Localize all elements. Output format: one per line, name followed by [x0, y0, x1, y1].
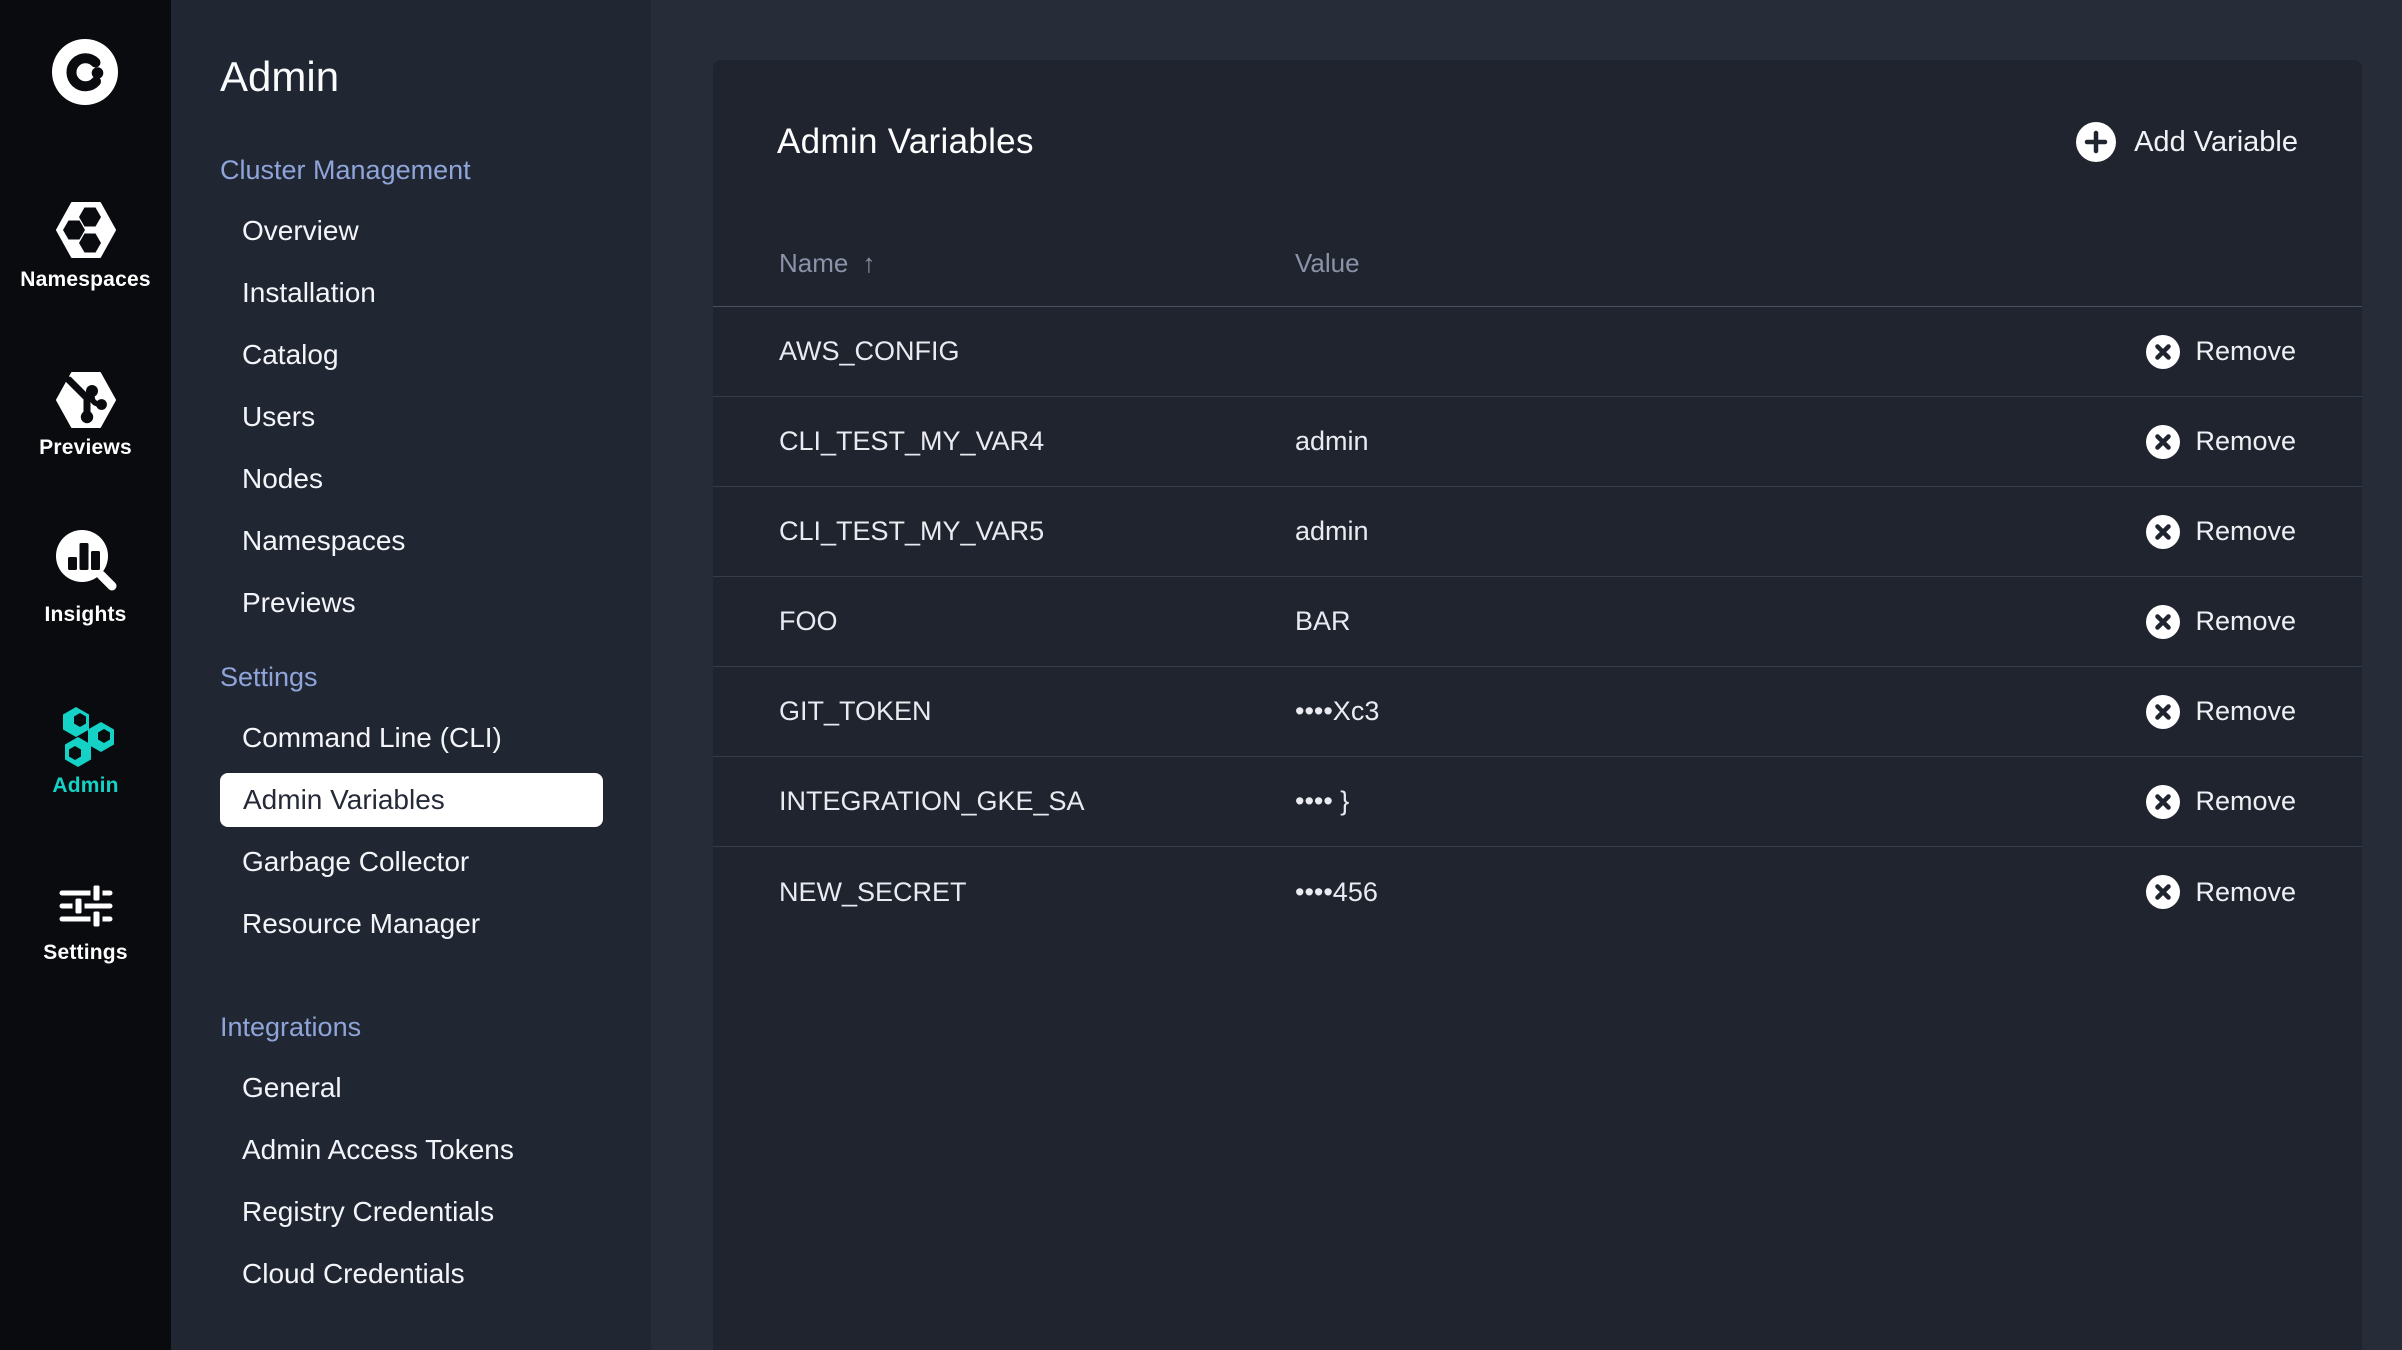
x-circle-icon — [2146, 424, 2181, 459]
table-row: INTEGRATION_GKE_SA •••• } Remove — [713, 757, 2362, 847]
sidebar-item-cloud-credentials[interactable]: Cloud Credentials — [171, 1243, 651, 1305]
admin-variables-page: { "colors": { "accent_teal": "#14d2c5", … — [0, 0, 2402, 1350]
sidebar-item-overview[interactable]: Overview — [171, 200, 651, 262]
insights-icon — [53, 529, 119, 591]
rail-item-settings[interactable]: Settings — [0, 883, 171, 965]
icon-rail: Namespaces Previews Insights Admin Setti… — [0, 0, 171, 1350]
variable-name: AWS_CONFIG — [779, 336, 960, 366]
add-variable-button[interactable]: Add Variable — [2076, 122, 2298, 162]
sidebar-item-garbage-collector[interactable]: Garbage Collector — [171, 831, 651, 893]
variable-value: •••• } — [1295, 786, 1350, 816]
table-row: AWS_CONFIG Remove — [713, 307, 2362, 397]
sidebar-item-users[interactable]: Users — [171, 386, 651, 448]
sidebar-item-registry-credentials[interactable]: Registry Credentials — [171, 1181, 651, 1243]
variable-name: CLI_TEST_MY_VAR4 — [779, 426, 1045, 456]
sidebar-item-installation[interactable]: Installation — [171, 262, 651, 324]
variable-name: INTEGRATION_GKE_SA — [779, 786, 1085, 816]
rail-item-label: Namespaces — [20, 268, 151, 291]
remove-button[interactable]: Remove — [2146, 424, 2296, 459]
rail-item-label: Settings — [43, 941, 128, 964]
sidebar-item-namespaces[interactable]: Namespaces — [171, 510, 651, 572]
okteto-logo-icon[interactable] — [52, 39, 118, 105]
integrations-list: General Admin Access Tokens Registry Cre… — [171, 1057, 651, 1305]
sidebar-item-admin-variables[interactable]: Admin Variables — [220, 773, 603, 827]
variables-table: AWS_CONFIG Remove CLI_TEST_MY_VAR4 admin… — [713, 307, 2362, 937]
variable-name: NEW_SECRET — [779, 876, 967, 907]
value-column-label: Value — [1295, 248, 1360, 278]
settings-list: Command Line (CLI) Admin Variables Garba… — [171, 707, 651, 955]
rail-item-insights[interactable]: Insights — [0, 529, 171, 627]
x-circle-icon — [2146, 604, 2181, 639]
admin-icon — [54, 706, 118, 768]
x-circle-icon — [2146, 514, 2181, 549]
remove-button[interactable]: Remove — [2146, 514, 2296, 549]
variable-name: GIT_TOKEN — [779, 696, 932, 726]
admin-sidebar: Admin Cluster Management Overview Instal… — [171, 0, 651, 1350]
remove-label: Remove — [2195, 786, 2296, 816]
rail-item-label: Admin — [52, 774, 119, 797]
section-header-settings: Settings — [220, 662, 318, 692]
remove-label: Remove — [2195, 336, 2296, 366]
remove-button[interactable]: Remove — [2146, 604, 2296, 639]
cluster-management-list: Overview Installation Catalog Users Node… — [171, 200, 651, 634]
rail-item-namespaces[interactable]: Namespaces — [0, 202, 171, 292]
x-circle-icon — [2146, 784, 2181, 819]
variable-value: ••••456 — [1295, 876, 1378, 907]
sidebar-item-previews[interactable]: Previews — [171, 572, 651, 634]
section-header-cluster-management: Cluster Management — [220, 155, 471, 185]
remove-label: Remove — [2195, 606, 2296, 636]
table-row: CLI_TEST_MY_VAR4 admin Remove — [713, 397, 2362, 487]
table-row: NEW_SECRET ••••456 Remove — [713, 847, 2362, 937]
sort-ascending-icon: ↑ — [862, 248, 876, 278]
table-row: GIT_TOKEN ••••Xc3 Remove — [713, 667, 2362, 757]
sidebar-item-admin-access-tokens[interactable]: Admin Access Tokens — [171, 1119, 651, 1181]
x-circle-icon — [2146, 694, 2181, 729]
sidebar-item-catalog[interactable]: Catalog — [171, 324, 651, 386]
previews-icon — [55, 371, 117, 429]
x-circle-icon — [2146, 875, 2181, 909]
page-title: Admin Variables — [777, 122, 1034, 161]
sidebar-item-command-line-cli[interactable]: Command Line (CLI) — [171, 707, 651, 769]
remove-label: Remove — [2195, 516, 2296, 546]
admin-variables-card: Admin Variables Add Variable Name ↑ Valu… — [713, 60, 2362, 1350]
column-header-name[interactable]: Name ↑ — [779, 248, 1295, 279]
remove-button[interactable]: Remove — [2146, 694, 2296, 729]
remove-button[interactable]: Remove — [2146, 334, 2296, 369]
remove-label: Remove — [2195, 426, 2296, 456]
sidebar-item-resource-manager[interactable]: Resource Manager — [171, 893, 651, 955]
section-header-integrations: Integrations — [220, 1012, 362, 1042]
table-header: Name ↑ Value — [713, 246, 2362, 307]
name-column-label: Name — [779, 248, 849, 278]
remove-label: Remove — [2195, 876, 2296, 907]
remove-button[interactable]: Remove — [2146, 875, 2296, 909]
settings-sliders-icon — [59, 883, 113, 929]
variable-name: FOO — [779, 606, 838, 636]
variable-value: admin — [1295, 516, 1369, 546]
sidebar-item-nodes[interactable]: Nodes — [171, 448, 651, 510]
namespaces-icon — [55, 202, 117, 258]
add-variable-label: Add Variable — [2134, 125, 2298, 158]
rail-item-label: Previews — [39, 436, 132, 459]
card-header: Admin Variables Add Variable — [713, 60, 2362, 166]
table-row: FOO BAR Remove — [713, 577, 2362, 667]
sidebar-item-general[interactable]: General — [171, 1057, 651, 1119]
variable-name: CLI_TEST_MY_VAR5 — [779, 516, 1045, 546]
plus-circle-icon — [2076, 122, 2117, 162]
rail-item-label: Insights — [44, 603, 127, 626]
variable-value: ••••Xc3 — [1295, 696, 1380, 726]
variable-value: BAR — [1295, 606, 1351, 636]
table-row: CLI_TEST_MY_VAR5 admin Remove — [713, 487, 2362, 577]
remove-label: Remove — [2195, 696, 2296, 726]
x-circle-icon — [2146, 334, 2181, 369]
remove-button[interactable]: Remove — [2146, 784, 2296, 819]
variable-value: admin — [1295, 426, 1369, 456]
column-header-value[interactable]: Value — [1295, 248, 2296, 279]
sidebar-title: Admin — [220, 53, 340, 100]
rail-item-previews[interactable]: Previews — [0, 371, 171, 460]
rail-item-admin[interactable]: Admin — [0, 706, 171, 798]
